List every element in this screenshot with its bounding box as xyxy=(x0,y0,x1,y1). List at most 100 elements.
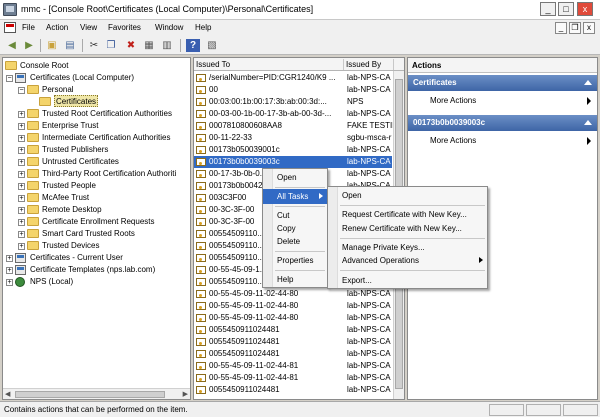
close-button[interactable]: x xyxy=(577,2,593,16)
certificate-row[interactable]: 0007810800608AA8 FAKE TESTIN xyxy=(194,120,393,132)
column-issued-by[interactable]: Issued By xyxy=(344,59,394,70)
expand-icon[interactable]: + xyxy=(18,123,25,130)
scrollbar-thumb[interactable] xyxy=(15,391,165,398)
mdi-restore-button[interactable]: ❐ xyxy=(569,22,581,34)
actions-section-certificates[interactable]: Certificates xyxy=(408,75,597,91)
tree-item[interactable]: + Trusted Devices xyxy=(3,240,190,252)
certificate-row[interactable]: 00-55-45-09-11-02-44-80 lab-NPS-CA xyxy=(194,288,392,300)
copy-icon[interactable]: ❐ xyxy=(104,39,118,52)
tree-item[interactable]: + Remote Desktop xyxy=(3,204,190,216)
certificate-row[interactable]: 0055450911024481 lab-NPS-CA xyxy=(194,324,392,336)
expand-icon[interactable]: + xyxy=(18,135,25,142)
menu-action[interactable]: Action xyxy=(46,23,68,32)
menu-item-help[interactable]: Help xyxy=(263,272,327,287)
mdi-close-button[interactable]: x xyxy=(583,22,595,34)
menu-item-all-tasks[interactable]: All Tasks xyxy=(263,189,327,204)
submenu-item-open[interactable]: Open xyxy=(328,188,487,203)
certificate-row[interactable]: 00:03:00:1b:00:17:3b:ab:00:3d:... NPS xyxy=(194,96,392,108)
mmc-app-icon[interactable] xyxy=(3,3,17,16)
tree-item[interactable]: + Untrusted Certificates xyxy=(3,156,190,168)
cut-icon[interactable]: ✂ xyxy=(87,39,101,52)
expand-icon[interactable]: + xyxy=(18,243,25,250)
mdi-minimize-button[interactable]: _ xyxy=(555,22,567,34)
tree-item[interactable]: + Smart Card Trusted Roots xyxy=(3,228,190,240)
collapse-icon[interactable]: − xyxy=(18,87,25,94)
tree-item[interactable]: Certificates xyxy=(3,95,190,108)
properties-icon[interactable]: ▦ xyxy=(142,39,156,52)
menu-item-delete[interactable]: Delete xyxy=(263,234,327,249)
certificate-row[interactable]: 0055450911024481 lab-NPS-CA xyxy=(194,336,392,348)
expand-icon[interactable]: + xyxy=(18,171,25,178)
submenu-item-renew-new-key[interactable]: Renew Certificate with New Key... xyxy=(328,221,487,236)
submenu-item-advanced-operations[interactable]: Advanced Operations xyxy=(328,253,487,268)
more-actions-item[interactable]: More Actions xyxy=(408,94,597,108)
issued-to-cell: 0055450911024481 xyxy=(209,349,280,358)
expand-icon[interactable]: + xyxy=(18,207,25,214)
expand-icon[interactable]: + xyxy=(18,195,25,202)
console-tree[interactable]: Console Root − Certificates (Local Compute… xyxy=(2,57,191,400)
expand-icon[interactable]: + xyxy=(6,279,13,286)
minimize-button[interactable]: _ xyxy=(540,2,556,16)
up-folder-icon[interactable]: ▣ xyxy=(45,39,59,52)
tree-item[interactable]: + Certificates - Current User xyxy=(3,252,190,264)
expand-icon[interactable]: + xyxy=(18,159,25,166)
certificate-row[interactable]: 00-11-22-33 sgbu-msca-r xyxy=(194,132,392,144)
expand-icon[interactable]: + xyxy=(18,147,25,154)
tree-item[interactable]: + Enterprise Trust xyxy=(3,120,190,132)
tree-item[interactable]: − Certificates (Local Computer) xyxy=(3,72,190,84)
tree-item[interactable]: + Certificate Enrollment Requests xyxy=(3,216,190,228)
forward-arrow-icon[interactable]: ▶ xyxy=(22,39,36,52)
show-action-pane-icon[interactable]: ▧ xyxy=(205,39,219,52)
menu-favorites[interactable]: Favorites xyxy=(108,23,141,32)
certificate-row[interactable]: 00-55-45-09-11-02-44-81 lab-NPS-CA xyxy=(194,360,392,372)
tree-item[interactable]: Console Root xyxy=(3,60,190,72)
maximize-button[interactable]: □ xyxy=(558,2,574,16)
menu-window[interactable]: Window xyxy=(155,23,183,32)
expand-icon[interactable]: + xyxy=(18,111,25,118)
certificate-row[interactable]: 00173b050039001c lab-NPS-CA xyxy=(194,144,392,156)
tree-item[interactable]: + Third-Party Root Certification Authorit… xyxy=(3,168,190,180)
actions-section-certificate[interactable]: 00173b0b0039003c xyxy=(408,115,597,131)
submenu-item-request-new-key[interactable]: Request Certificate with New Key... xyxy=(328,207,487,222)
certificate-row[interactable]: 00173b0b0039003c lab-NPS-CA xyxy=(194,156,392,168)
title-bar[interactable]: mmc - [Console Root\Certificates (Local … xyxy=(0,0,600,20)
tree-item[interactable]: + Trusted People xyxy=(3,180,190,192)
tree-item[interactable]: + Trusted Root Certification Authorities xyxy=(3,108,190,120)
tree-item[interactable]: + NPS (Local) xyxy=(3,276,190,288)
menu-help[interactable]: Help xyxy=(195,23,211,32)
expand-icon[interactable]: + xyxy=(18,219,25,226)
tree-item[interactable]: + Trusted Publishers xyxy=(3,144,190,156)
collapse-icon[interactable] xyxy=(584,120,592,125)
certificate-row[interactable]: 00-03-00-1b-00-17-3b-ab-00-3d-... lab-NPS… xyxy=(194,108,392,120)
certificate-row[interactable]: 00 lab-NPS-CA xyxy=(194,84,392,96)
console-doc-icon[interactable] xyxy=(4,22,16,33)
expand-icon[interactable]: + xyxy=(6,255,13,262)
certificate-row[interactable]: 0055450911024481 lab-NPS-CA xyxy=(194,384,392,396)
help-icon[interactable]: ? xyxy=(186,39,200,52)
certificate-row[interactable]: 00-55-45-09-11-02-44-80 lab-NPS-CA xyxy=(194,312,392,324)
menu-item-properties[interactable]: Properties xyxy=(263,253,327,268)
delete-icon[interactable]: ✖ xyxy=(124,39,138,52)
menu-file[interactable]: File xyxy=(22,23,35,32)
certificate-row[interactable]: 00-55-45-09-11-02-44-81 lab-NPS-CA xyxy=(194,372,392,384)
menu-view[interactable]: View xyxy=(80,23,97,32)
collapse-icon[interactable] xyxy=(584,80,592,85)
column-issued-to[interactable]: Issued To xyxy=(194,59,344,70)
tree-item[interactable]: + Certificate Templates (nps.lab.com) xyxy=(3,264,190,276)
export-list-icon[interactable]: ▥ xyxy=(160,39,174,52)
tree-item[interactable]: + McAfee Trust xyxy=(3,192,190,204)
certificate-row[interactable]: 00-55-45-09-11-02-44-80 lab-NPS-CA xyxy=(194,300,392,312)
certificate-row[interactable]: 0055450911024481 lab-NPS-CA xyxy=(194,348,392,360)
expand-icon[interactable]: + xyxy=(6,267,13,274)
show-tree-icon[interactable]: ▤ xyxy=(63,39,77,52)
tree-item[interactable]: + Intermediate Certification Authorities xyxy=(3,132,190,144)
more-actions-item[interactable]: More Actions xyxy=(408,134,597,148)
expand-icon[interactable]: + xyxy=(18,231,25,238)
expand-icon[interactable]: + xyxy=(18,183,25,190)
tree-horizontal-scrollbar[interactable]: ◀ ▶ xyxy=(3,388,190,399)
certificate-row[interactable]: /serialNumber=PID:CGR1240/K9 ... lab-NPS-… xyxy=(194,72,392,84)
collapse-icon[interactable]: − xyxy=(6,75,13,82)
menu-item-open[interactable]: Open xyxy=(263,170,327,185)
back-arrow-icon[interactable]: ◀ xyxy=(5,39,19,52)
submenu-item-export[interactable]: Export... xyxy=(328,273,487,288)
